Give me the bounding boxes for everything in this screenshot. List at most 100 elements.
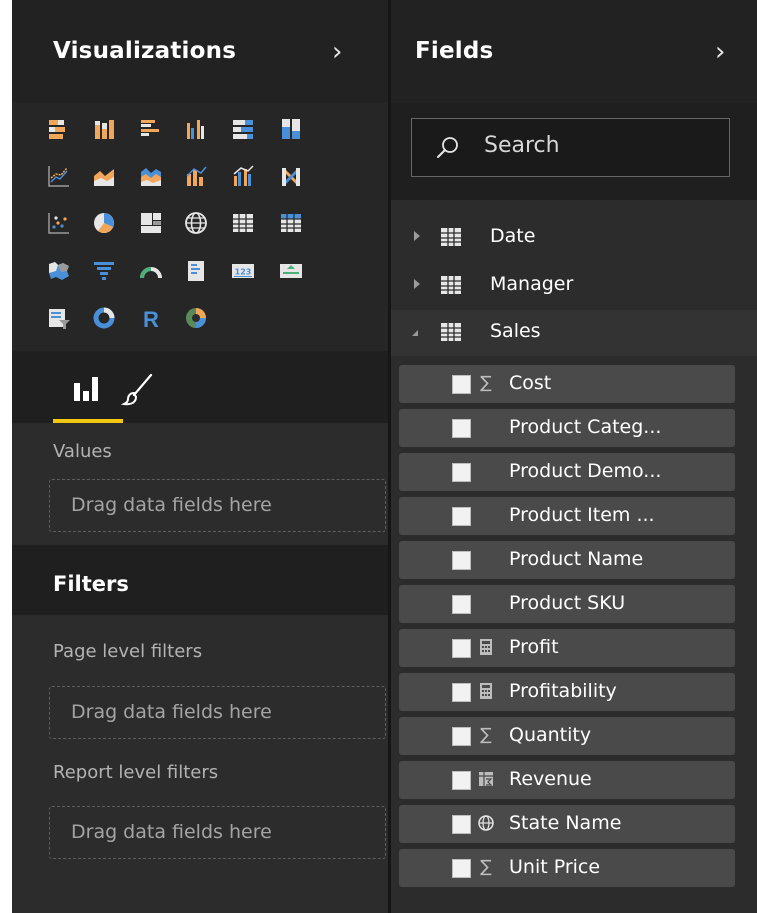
field-unit-price[interactable]: ∑ Unit Price	[399, 849, 735, 887]
field-label: Cost	[509, 372, 552, 394]
filled-map-icon[interactable]	[47, 259, 71, 283]
expand-caret-icon[interactable]	[414, 231, 420, 241]
field-label: Product Categ...	[509, 416, 662, 438]
field-product-name[interactable]: Product Name	[399, 541, 735, 579]
field-product-sku[interactable]: Product SKU	[399, 585, 735, 623]
field-label: Product Demo...	[509, 460, 662, 482]
field-checkbox[interactable]	[452, 507, 471, 526]
treemap-icon[interactable]	[139, 211, 163, 235]
field-product-demographic[interactable]: Product Demo...	[399, 453, 735, 491]
area-chart-icon[interactable]	[92, 164, 116, 188]
field-checkbox[interactable]	[452, 595, 471, 614]
field-product-category[interactable]: Product Categ...	[399, 409, 735, 447]
multi-row-card-icon[interactable]	[184, 259, 208, 283]
pie-chart-icon[interactable]	[92, 211, 116, 235]
filters-header: Filters	[12, 545, 388, 615]
clustered-bar-chart-icon[interactable]	[139, 117, 163, 141]
collapse-caret-icon[interactable]	[412, 330, 418, 336]
powerbi-panes: Visualizations › 123 R Values Drag data …	[12, 0, 757, 913]
ribbon-chart-icon[interactable]	[279, 164, 303, 188]
funnel-chart-icon[interactable]	[92, 259, 116, 283]
globe-icon	[477, 812, 495, 834]
visualization-tabs	[12, 351, 388, 423]
table-icon	[441, 276, 461, 294]
field-profit[interactable]: Profit	[399, 629, 735, 667]
search-input[interactable]	[484, 133, 714, 158]
field-label: Profitability	[509, 680, 617, 702]
clustered-column-chart-icon[interactable]	[184, 117, 208, 141]
svg-text:R: R	[143, 307, 159, 330]
field-label: State Name	[509, 812, 622, 834]
field-label: Product Name	[509, 548, 644, 570]
field-checkbox[interactable]	[452, 639, 471, 658]
field-label: Unit Price	[509, 856, 601, 878]
field-cost[interactable]: ∑ Cost	[399, 365, 735, 403]
expand-caret-icon[interactable]	[414, 279, 420, 289]
field-quantity[interactable]: ∑ Quantity	[399, 717, 735, 755]
donut-chart-icon[interactable]	[92, 306, 116, 330]
search-icon	[437, 137, 458, 158]
field-checkbox[interactable]	[452, 771, 471, 790]
search-area	[391, 103, 757, 198]
collapse-visualizations-chevron-icon[interactable]: ›	[332, 37, 342, 67]
calculator-icon	[477, 636, 495, 658]
table-label: Sales	[490, 320, 541, 342]
field-profitability[interactable]: Profitability	[399, 673, 735, 711]
search-separator	[391, 198, 757, 200]
measure-table-icon	[477, 768, 495, 790]
stacked-bar-chart-icon[interactable]	[47, 117, 71, 141]
field-label: Revenue	[509, 768, 592, 790]
kpi-icon[interactable]	[279, 259, 303, 283]
visualizations-pane: Visualizations › 123 R Values Drag data …	[12, 0, 388, 913]
scatter-chart-icon[interactable]	[47, 211, 71, 235]
field-revenue[interactable]: Revenue	[399, 761, 735, 799]
field-checkbox[interactable]	[452, 815, 471, 834]
collapse-fields-chevron-icon[interactable]: ›	[715, 37, 725, 67]
field-checkbox[interactable]	[452, 551, 471, 570]
table-row-manager[interactable]: Manager	[391, 263, 757, 309]
stacked-column-chart-icon[interactable]	[92, 117, 116, 141]
values-drop-well[interactable]: Drag data fields here	[49, 479, 386, 532]
matrix-visual-icon[interactable]	[279, 211, 303, 235]
table-label: Date	[490, 225, 536, 247]
field-checkbox[interactable]	[452, 375, 471, 394]
sigma-icon: ∑	[480, 373, 492, 393]
map-globe-icon[interactable]	[184, 211, 208, 235]
field-checkbox[interactable]	[452, 859, 471, 878]
line-chart-icon[interactable]	[47, 164, 71, 188]
table-icon	[441, 228, 461, 246]
fields-tab-bar-chart-icon[interactable]	[70, 371, 110, 411]
arcgis-map-icon[interactable]	[184, 306, 208, 330]
report-level-filters-drop-well[interactable]: Drag data fields here	[49, 806, 386, 859]
field-label: Product Item ...	[509, 504, 655, 526]
field-state-name[interactable]: State Name	[399, 805, 735, 843]
search-box[interactable]	[411, 118, 730, 177]
card-icon[interactable]: 123	[231, 259, 255, 283]
r-script-visual-icon[interactable]: R	[139, 306, 163, 330]
line-and-stacked-column-chart-icon[interactable]	[184, 164, 208, 188]
field-checkbox[interactable]	[452, 463, 471, 482]
100-stacked-column-chart-icon[interactable]	[279, 117, 303, 141]
slicer-icon[interactable]	[47, 306, 71, 330]
page-level-filters-drop-well[interactable]: Drag data fields here	[49, 686, 386, 739]
field-checkbox[interactable]	[452, 727, 471, 746]
table-label: Manager	[490, 273, 574, 295]
100-stacked-bar-chart-icon[interactable]	[231, 117, 255, 141]
table-row-date[interactable]: Date	[391, 215, 757, 261]
filters-title: Filters	[53, 572, 129, 596]
format-tab-paint-brush-icon[interactable]	[120, 371, 160, 411]
active-tab-indicator	[53, 419, 123, 423]
field-label: Quantity	[509, 724, 592, 746]
gauge-chart-icon[interactable]	[139, 259, 163, 283]
field-product-item[interactable]: Product Item ...	[399, 497, 735, 535]
table-icon	[441, 323, 461, 341]
table-row-sales[interactable]: Sales	[391, 310, 757, 356]
sigma-icon: ∑	[480, 857, 492, 877]
table-visual-icon[interactable]	[231, 211, 255, 235]
values-label: Values	[53, 441, 112, 462]
field-checkbox[interactable]	[452, 419, 471, 438]
stacked-area-chart-icon[interactable]	[139, 164, 163, 188]
calculator-icon	[477, 680, 495, 702]
field-checkbox[interactable]	[452, 683, 471, 702]
line-and-clustered-column-chart-icon[interactable]	[231, 164, 255, 188]
